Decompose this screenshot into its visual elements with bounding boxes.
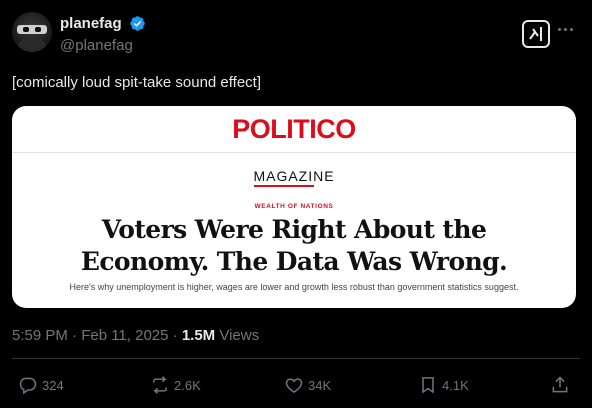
bookmark-count: 4.1K — [442, 377, 469, 393]
views-label: Views — [215, 327, 260, 344]
grok-glyph — [529, 27, 542, 41]
tweet-text: [comically loud spit-take sound effect] — [12, 74, 262, 91]
more-icon[interactable] — [556, 20, 576, 40]
link-card[interactable]: POLITICO MAGAZINE WEALTH OF NATIONS Vote… — [12, 106, 576, 308]
actions-divider — [12, 358, 580, 359]
share-button[interactable] — [550, 374, 574, 396]
repost-icon — [153, 376, 167, 394]
author-display-name[interactable]: planefag — [60, 15, 122, 32]
article-headline: Voters Were Right About the Economy. The… — [12, 214, 576, 278]
avatar-mask — [17, 25, 47, 34]
bookmark-button[interactable]: 4.1K — [418, 374, 469, 396]
repost-count: 2.6K — [174, 377, 201, 393]
reply-button[interactable]: 324 — [18, 374, 64, 396]
avatar-eye — [35, 27, 41, 32]
avatar[interactable] — [12, 12, 52, 52]
views-count: 1.5M — [181, 327, 216, 344]
avatar-eye — [23, 27, 29, 32]
tweet-meta: 5:59 PM · Feb 11, 2025 · 1.5M Views — [12, 327, 259, 344]
author-handle[interactable]: @planefag — [60, 37, 146, 54]
timestamp[interactable]: 5:59 PM · Feb 11, 2025 · — [12, 327, 182, 344]
share-icon — [552, 376, 568, 393]
action-bar: 324 2.6K 34K 4.1K — [0, 370, 592, 398]
like-button[interactable]: 34K — [284, 374, 331, 396]
verified-badge-icon — [130, 16, 145, 32]
more-dot — [558, 28, 561, 31]
section-underline — [254, 185, 314, 187]
section-label: MAGAZINE — [253, 168, 335, 184]
article-kicker: WEALTH OF NATIONS — [254, 203, 334, 210]
reply-count: 324 — [42, 377, 64, 393]
author-names: planefag @planefag — [60, 15, 146, 54]
more-dot — [570, 28, 573, 31]
headline-line: Economy. The Data Was Wrong. — [80, 247, 508, 276]
grok-icon[interactable] — [522, 20, 550, 48]
heart-icon — [285, 378, 303, 393]
card-divider — [12, 152, 576, 153]
avatar-body — [18, 38, 46, 52]
publication-logo: POLITICO — [232, 114, 356, 144]
bookmark-icon — [422, 377, 434, 394]
headline-line: Voters Were Right About the — [101, 215, 487, 244]
repost-button[interactable]: 2.6K — [150, 374, 201, 396]
more-dot — [564, 28, 567, 31]
reply-icon — [19, 377, 37, 395]
like-count: 34K — [308, 377, 332, 393]
article-dek: Here's why unemployment is higher, wages… — [69, 282, 519, 292]
tweet-header: planefag @planefag — [12, 12, 580, 58]
